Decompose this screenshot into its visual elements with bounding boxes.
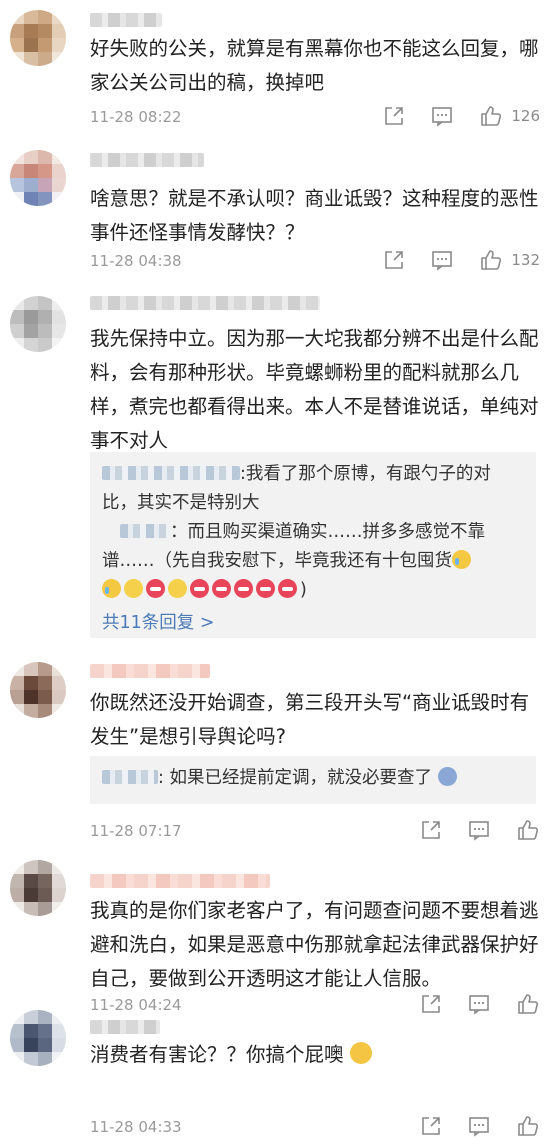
comment-actions bbox=[420, 1114, 540, 1138]
heart-emoji-icon bbox=[146, 579, 165, 598]
like-button[interactable] bbox=[516, 818, 540, 842]
comment-actions: 132 bbox=[383, 248, 540, 272]
reply-item[interactable]: : 如果已经提前定调，就没必要查了 bbox=[102, 764, 524, 793]
comment-icon bbox=[432, 251, 453, 271]
username-blurred[interactable] bbox=[90, 153, 204, 167]
more-replies-link[interactable]: 共11条回复 > bbox=[102, 609, 524, 638]
comment-time: 11-28 04:38 bbox=[90, 252, 182, 270]
sad-emoji-icon bbox=[124, 579, 143, 598]
shocked-emoji-icon bbox=[437, 767, 457, 786]
avatar[interactable] bbox=[10, 662, 66, 718]
share-button[interactable] bbox=[383, 249, 405, 271]
avatar[interactable] bbox=[10, 150, 66, 206]
like-icon bbox=[481, 250, 502, 270]
comment-actions bbox=[420, 818, 540, 842]
reply-text: : 如果已经提前定调，就没必要查了 bbox=[158, 768, 432, 788]
comment-button[interactable] bbox=[468, 1115, 490, 1137]
like-icon bbox=[518, 1116, 539, 1136]
comment-button[interactable] bbox=[468, 819, 490, 841]
crying-emoji-icon bbox=[452, 550, 471, 569]
reply-item[interactable]: ：而且购买渠道确实……拼多多感觉不靠谱……（先自我安慰下，毕竟我还有十包囤货 ) bbox=[102, 518, 524, 605]
like-icon bbox=[518, 820, 539, 840]
comment-icon bbox=[469, 1117, 489, 1137]
share-icon bbox=[422, 821, 440, 839]
comment-time: 11-28 07:17 bbox=[90, 822, 182, 840]
comment-text-content: 消费者有害论？？你搞个屁噢 bbox=[90, 1043, 344, 1066]
heart-emoji-icon bbox=[190, 579, 209, 598]
heart-emoji-icon bbox=[234, 579, 253, 598]
avatar[interactable] bbox=[10, 1010, 66, 1066]
comment-text: 啥意思？就是不承认呗？商业诋毁？这种程度的恶性事件还怪事情发酵快？？ bbox=[90, 187, 539, 244]
reply-username-blurred[interactable] bbox=[102, 770, 158, 784]
avatar[interactable] bbox=[10, 860, 66, 916]
reply-item[interactable]: :我看了那个原博，有跟勺子的对比，其实不是特别大 bbox=[102, 460, 524, 518]
heart-emoji-icon bbox=[212, 579, 231, 598]
comment-item: 我真的是你们家老客户了，有问题查问题不要想着逃避和洗白，如果是恶意中伤那就拿起法… bbox=[0, 850, 550, 1015]
share-icon bbox=[422, 1117, 440, 1135]
comment-item: 啥意思？就是不承认呗？商业诋毁？这种程度的恶性事件还怪事情发酵快？？ 11-28… bbox=[0, 140, 550, 282]
comment-text: 我先保持中立。因为那一大坨我都分辨不出是什么配料，会有那种形状。毕竟螺蛳粉里的配… bbox=[90, 327, 539, 452]
share-button[interactable] bbox=[420, 1115, 442, 1137]
comment-item: 消费者有害论？？你搞个屁噢 11-28 04:33 bbox=[0, 1000, 550, 1147]
comment-text: 好失败的公关，就算是有黑幕你也不能这么回复，哪家公关公司出的稿，换掉吧 bbox=[90, 37, 539, 94]
avatar[interactable] bbox=[10, 10, 66, 66]
comment-text: 你既然还没开始调查，第三段开头写“商业诋毁时有发生”是想引导舆论吗? bbox=[90, 691, 530, 748]
like-icon bbox=[481, 106, 502, 126]
reply-username-blurred[interactable] bbox=[120, 524, 170, 538]
username-blurred[interactable] bbox=[90, 664, 210, 678]
comment-item: 我先保持中立。因为那一大坨我都分辨不出是什么配料，会有那种形状。毕竟螺蛳粉里的配… bbox=[0, 282, 550, 652]
laughing-emoji-icon bbox=[349, 1042, 372, 1064]
heart-emoji-icon bbox=[256, 579, 275, 598]
share-icon bbox=[385, 107, 404, 125]
reply-box: :我看了那个原博，有跟勺子的对比，其实不是特别大 ：而且购买渠道确实……拼多多感… bbox=[90, 452, 536, 638]
username-blurred[interactable] bbox=[90, 296, 320, 310]
username-blurred[interactable] bbox=[90, 13, 162, 27]
like-count: 132 bbox=[511, 251, 540, 269]
comment-icon bbox=[432, 107, 453, 127]
avatar[interactable] bbox=[10, 296, 66, 352]
like-button[interactable] bbox=[516, 1114, 540, 1138]
comment-time: 11-28 08:22 bbox=[90, 108, 182, 126]
reply-box: : 如果已经提前定调，就没必要查了 bbox=[90, 756, 536, 804]
smile-emoji-icon bbox=[168, 579, 187, 598]
comment-item: 好失败的公关，就算是有黑幕你也不能这么回复，哪家公关公司出的稿，换掉吧 11-2… bbox=[0, 0, 550, 140]
comment-icon bbox=[469, 821, 489, 841]
comment-item: 你既然还没开始调查，第三段开头写“商业诋毁时有发生”是想引导舆论吗? : 如果已… bbox=[0, 652, 550, 850]
username-blurred[interactable] bbox=[90, 874, 270, 888]
reply-username-blurred[interactable] bbox=[102, 466, 240, 480]
comment-actions: 126 bbox=[383, 104, 540, 128]
share-button[interactable] bbox=[383, 105, 405, 127]
like-button[interactable]: 126 bbox=[479, 104, 540, 128]
like-button[interactable]: 132 bbox=[479, 248, 540, 272]
comment-text: 消费者有害论？？你搞个屁噢 bbox=[90, 1038, 540, 1072]
comment-time: 11-28 04:33 bbox=[90, 1118, 182, 1136]
heart-emoji-icon bbox=[278, 579, 297, 598]
share-button[interactable] bbox=[420, 819, 442, 841]
comment-button[interactable] bbox=[431, 249, 453, 271]
comment-button[interactable] bbox=[431, 105, 453, 127]
crying-emoji-icon bbox=[102, 579, 121, 598]
username-blurred[interactable] bbox=[90, 1020, 160, 1034]
comment-text: 我真的是你们家老客户了，有问题查问题不要想着逃避和洗白，如果是恶意中伤那就拿起法… bbox=[90, 899, 539, 990]
share-icon bbox=[385, 251, 404, 269]
like-count: 126 bbox=[511, 107, 540, 125]
